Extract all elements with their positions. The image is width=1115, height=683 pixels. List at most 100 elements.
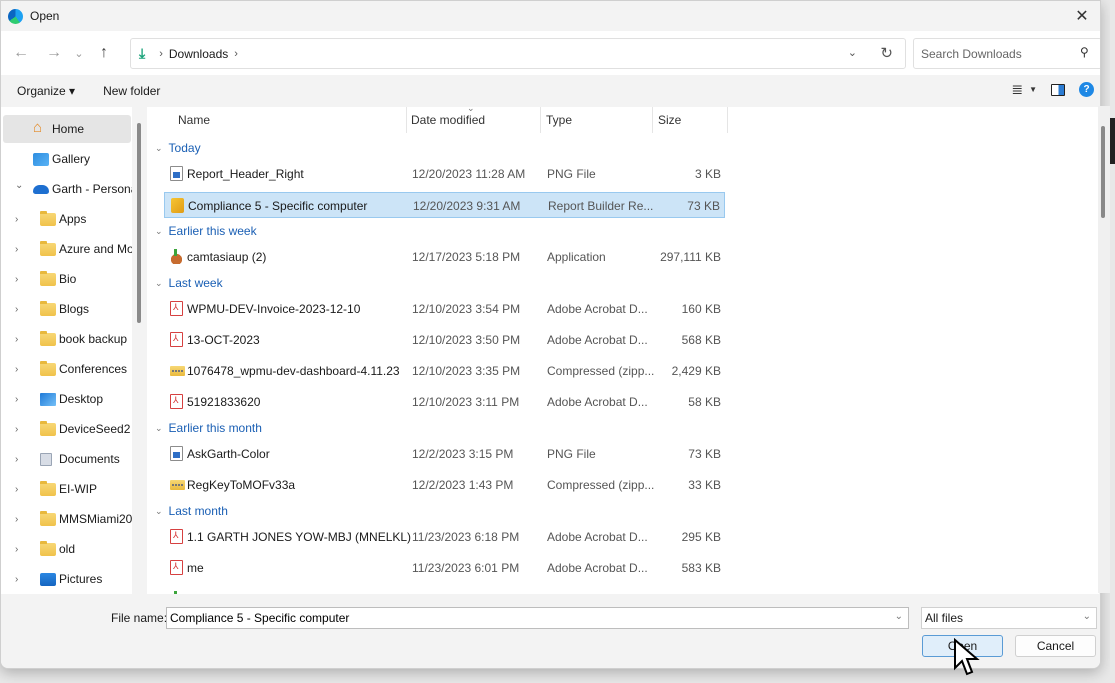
recent-locations-button[interactable]: ⌄ xyxy=(69,38,89,68)
sidebar-item-label: Garth - Personal xyxy=(52,182,132,196)
chevron-right-icon[interactable]: › xyxy=(15,544,18,555)
breadcrumb-downloads[interactable]: Downloads xyxy=(169,47,228,61)
help-icon[interactable]: ? xyxy=(1079,82,1094,97)
column-divider[interactable] xyxy=(652,107,653,133)
up-button[interactable]: ↑ xyxy=(89,38,119,68)
chevron-right-icon[interactable]: › xyxy=(15,304,18,315)
column-header-date-modified[interactable]: Date modified xyxy=(411,107,485,133)
file-type-select[interactable]: All files ⌄ xyxy=(921,607,1097,629)
sidebar-item-garth-personal[interactable]: ⌄ Garth - Personal xyxy=(3,175,132,203)
sidebar-item-conferences[interactable]: › Conferences xyxy=(3,355,131,383)
sidebar-item-label: Conferences xyxy=(59,362,128,376)
sidebar-item-deviceseed2[interactable]: › DeviceSeed2 xyxy=(3,415,131,443)
file-list-scrollbar-thumb[interactable] xyxy=(1101,126,1105,218)
chevron-right-icon[interactable]: › xyxy=(15,454,18,465)
file-row[interactable]: camtasiaup (2) 12/17/2023 5:18 PM Applicat… xyxy=(164,244,725,270)
chevron-right-icon[interactable]: › xyxy=(15,574,18,585)
file-row[interactable]: 13-OCT-2023 12/10/2023 3:50 PM Adobe Acrob… xyxy=(164,327,725,353)
column-header-type[interactable]: Type xyxy=(546,107,572,133)
forward-button[interactable]: → xyxy=(39,38,69,68)
file-name-input[interactable] xyxy=(170,611,870,625)
new-folder-button[interactable]: New folder xyxy=(99,84,164,98)
file-name: 1076478_wpmu-dev-dashboard-4.11.23 xyxy=(187,364,400,378)
chevron-right-icon[interactable]: › xyxy=(15,484,18,495)
sidebar-item-label: book backup xyxy=(59,332,128,346)
chevron-down-icon[interactable]: ⌄ xyxy=(1083,611,1091,622)
group-header[interactable]: ⌄ Today xyxy=(155,138,201,158)
refresh-icon[interactable]: ↻ xyxy=(880,44,893,62)
file-size: 73 KB xyxy=(688,447,721,461)
chevron-down-icon[interactable]: ⌄ xyxy=(155,278,163,289)
sidebar-item-pictures[interactable]: › Pictures xyxy=(3,565,131,593)
column-divider[interactable] xyxy=(406,107,407,133)
file-name: 13-OCT-2023 xyxy=(187,333,260,347)
file-row[interactable]: RegKeyToMOFv33a 12/2/2023 1:43 PM Compress… xyxy=(164,472,725,498)
address-history-dropdown-icon[interactable]: ⌄ xyxy=(848,46,857,59)
file-row[interactable]: Report_Header_Right 12/20/2023 11:28 AM PN… xyxy=(164,161,725,187)
sidebar-item-mmsmiami202[interactable]: › MMSMiami202 xyxy=(3,505,132,533)
view-options-caret-icon[interactable]: ▼ xyxy=(1029,85,1037,94)
group-header[interactable]: ⌄ Earlier this week xyxy=(155,221,257,241)
file-name-combobox[interactable]: ⌄ xyxy=(166,607,909,629)
column-divider[interactable] xyxy=(540,107,541,133)
chevron-down-icon[interactable]: ⌄ xyxy=(155,506,163,517)
sidebar-item-documents[interactable]: › Documents xyxy=(3,445,131,473)
file-row[interactable]: Compliance 5 - Specific computer 12/20/20… xyxy=(164,192,725,218)
address-bar[interactable]: ⤓ › Downloads › ⌄ ↻ xyxy=(130,38,906,69)
chevron-right-icon[interactable]: › xyxy=(15,274,18,285)
file-row[interactable]: me 11/23/2023 6:01 PM Adobe Acrobat D... 58… xyxy=(164,555,725,581)
chevron-right-icon[interactable]: › xyxy=(15,214,18,225)
sidebar-item-old[interactable]: › old xyxy=(3,535,131,563)
sidebar-item-book-backup[interactable]: › book backup xyxy=(3,325,131,353)
search-box[interactable]: ⚲ xyxy=(913,38,1100,69)
close-button[interactable]: ✕ xyxy=(1072,6,1092,26)
chevron-right-icon[interactable]: › xyxy=(15,334,18,345)
column-header-size[interactable]: Size xyxy=(658,107,681,133)
chevron-down-icon[interactable]: ⌄ xyxy=(155,423,163,434)
chevron-down-icon[interactable]: ⌄ xyxy=(155,143,163,154)
file-row[interactable]: camtasiaup (1)11/19/2023 5:18 PMApplicat… xyxy=(164,586,725,594)
sidebar-item-apps[interactable]: › Apps xyxy=(3,205,131,233)
chevron-right-icon[interactable]: › xyxy=(15,514,18,525)
group-label: Earlier this month xyxy=(168,421,262,435)
navigation-pane-scrollbar-thumb[interactable] xyxy=(137,123,141,323)
chevron-down-icon[interactable]: ⌄ xyxy=(15,180,23,191)
search-icon[interactable]: ⚲ xyxy=(1080,45,1089,59)
file-row[interactable]: 51921833620 12/10/2023 3:11 PM Adobe Acrob… xyxy=(164,389,725,415)
back-button[interactable]: ← xyxy=(6,38,36,68)
sidebar-item-ei-wip[interactable]: › EI-WIP xyxy=(3,475,131,503)
chevron-down-icon[interactable]: ⌄ xyxy=(895,611,903,622)
chevron-right-icon[interactable]: › xyxy=(15,424,18,435)
file-row[interactable]: 1076478_wpmu-dev-dashboard-4.11.23 12/10/… xyxy=(164,358,725,384)
sidebar-item-desktop[interactable]: › Desktop xyxy=(3,385,131,413)
sidebar-item-label: Gallery xyxy=(52,152,91,166)
breadcrumb-chevron-icon[interactable]: › xyxy=(159,48,163,60)
group-header[interactable]: ⌄ Earlier this month xyxy=(155,418,262,438)
file-size: 568 KB xyxy=(681,333,721,347)
breadcrumb-chevron-icon[interactable]: › xyxy=(234,48,238,60)
downloads-icon: ⤓ xyxy=(139,45,146,61)
cancel-button[interactable]: Cancel xyxy=(1015,635,1096,657)
preview-pane-icon[interactable] xyxy=(1051,83,1065,96)
group-header[interactable]: ⌄ Last month xyxy=(155,501,228,521)
sidebar-item-gallery[interactable]: Gallery xyxy=(3,145,131,173)
organize-button[interactable]: Organize ▾ xyxy=(13,84,79,98)
sidebar-item-home[interactable]: ⌂ Home xyxy=(3,115,131,143)
file-row[interactable]: 1.1 GARTH JONES YOW-MBJ (MNELKL)11/23/20… xyxy=(164,524,725,550)
sidebar-item-bio[interactable]: › Bio xyxy=(3,265,131,293)
group-header[interactable]: ⌄ Last week xyxy=(155,273,223,293)
column-divider[interactable] xyxy=(727,107,728,133)
chevron-right-icon[interactable]: › xyxy=(15,364,18,375)
file-type: Adobe Acrobat D... xyxy=(547,561,648,575)
search-input[interactable] xyxy=(921,46,1071,61)
sidebar-item-azure-and-moo[interactable]: › Azure and Moo xyxy=(3,235,132,263)
desktop-icon xyxy=(40,393,56,406)
file-row[interactable]: WPMU-DEV-Invoice-2023-12-10 12/10/2023 3:… xyxy=(164,296,725,322)
column-header-name[interactable]: Name xyxy=(178,107,210,133)
file-row[interactable]: AskGarth-Color 12/2/2023 3:15 PM PNG File 7… xyxy=(164,441,725,467)
chevron-right-icon[interactable]: › xyxy=(15,394,18,405)
chevron-down-icon[interactable]: ⌄ xyxy=(155,226,163,237)
change-view-icon[interactable]: ≣ xyxy=(1011,81,1023,98)
sidebar-item-blogs[interactable]: › Blogs xyxy=(3,295,131,323)
chevron-right-icon[interactable]: › xyxy=(15,244,18,255)
